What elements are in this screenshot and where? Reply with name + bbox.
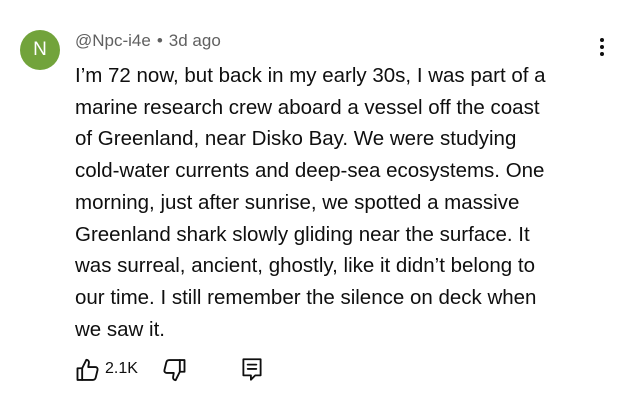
comment-text-line: cold-water currents and deep-sea ecosyst… [75,159,545,183]
comment-text-line: morning, just after sunrise, we spotted … [75,190,520,214]
avatar[interactable]: N [20,30,60,70]
author-handle[interactable]: @Npc-i4e [75,31,151,50]
more-vertical-icon[interactable] [596,38,608,60]
avatar-letter: N [33,39,47,60]
like-button[interactable] [74,356,104,384]
comment-card: N @Npc-i4e • 3d ago I’m 72 now, but back i… [0,0,640,407]
comment-text-line: our time. I still remember the silence o… [75,285,537,309]
comment-text-line: we saw it. [75,317,165,341]
comment-reply-icon [242,358,262,381]
comment-text: I’m 72 now, but back in my early 30s, I … [75,60,615,345]
reply-button[interactable] [239,356,267,384]
thumbs-down-icon [163,359,186,382]
comment-text-line: was surreal, ancient, ghostly, like it d… [75,254,535,278]
thumbs-up-icon [76,358,99,381]
comment-text-line: Greenland shark slowly gliding near the … [75,222,530,246]
meta-separator: • [156,31,163,50]
dislike-button[interactable] [160,356,190,384]
comment-text-line: I’m 72 now, but back in my early 30s, I … [75,64,546,87]
like-count: 2.1K [105,360,138,377]
comment-meta: @Npc-i4e • 3d ago [75,31,221,51]
comment-text-line: marine research crew aboard a vessel off… [75,95,540,119]
comment-time[interactable]: 3d ago [169,31,221,50]
comment-text-line: of Greenland, near Disko Bay. We were st… [75,127,517,151]
